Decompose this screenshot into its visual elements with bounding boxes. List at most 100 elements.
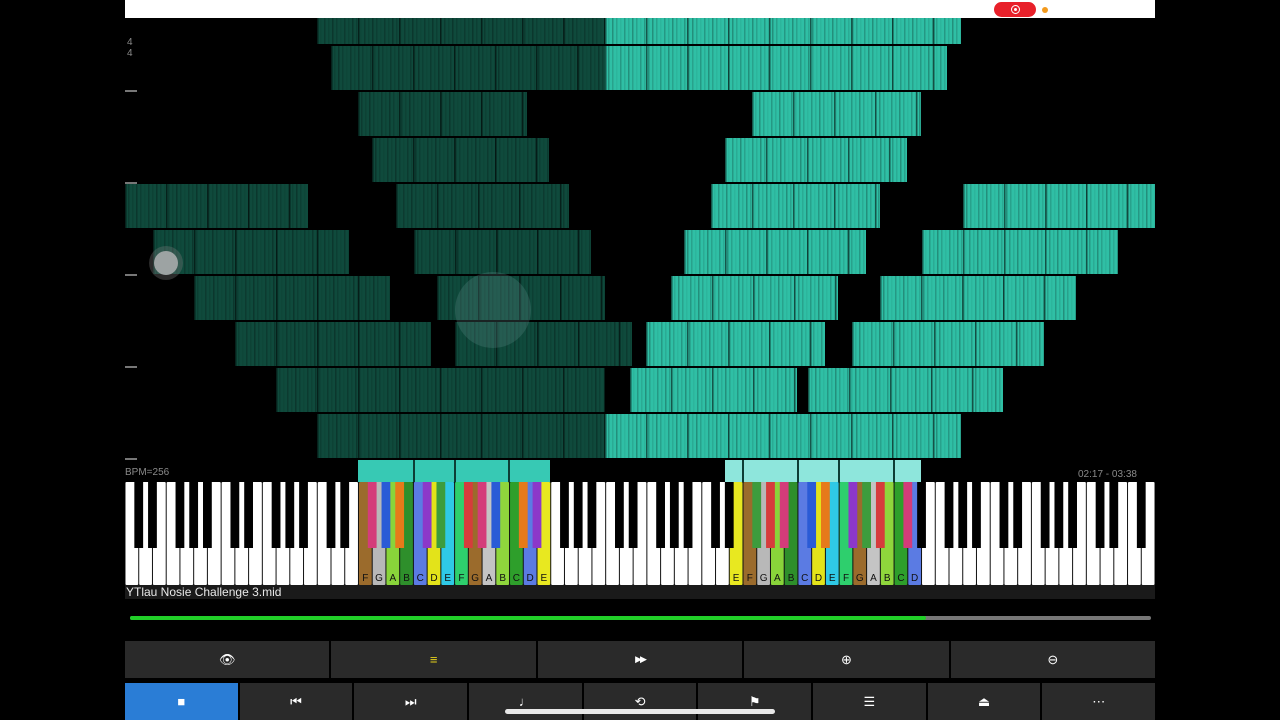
- black-key[interactable]: [381, 482, 391, 548]
- measure-tick: [125, 366, 137, 368]
- black-key[interactable]: [175, 482, 185, 548]
- key-label: F: [362, 573, 368, 584]
- black-key[interactable]: [395, 482, 405, 548]
- black-key[interactable]: [340, 482, 350, 548]
- note-block: [358, 92, 527, 136]
- key-label: D: [430, 573, 437, 584]
- black-key[interactable]: [560, 482, 569, 548]
- black-key[interactable]: [436, 482, 446, 548]
- black-key[interactable]: [367, 482, 377, 548]
- stop-button[interactable]: ■: [125, 683, 238, 720]
- note-block: [235, 322, 432, 366]
- note-block: [276, 368, 606, 412]
- black-key[interactable]: [972, 482, 981, 548]
- black-key[interactable]: [821, 482, 830, 548]
- zoom-in-button[interactable]: ⊕: [744, 641, 949, 678]
- black-key[interactable]: [1054, 482, 1064, 548]
- black-key[interactable]: [779, 482, 789, 548]
- key-label: B: [884, 573, 891, 584]
- black-key[interactable]: [1068, 482, 1077, 548]
- black-key[interactable]: [299, 482, 308, 548]
- home-indicator[interactable]: [505, 709, 775, 714]
- black-key[interactable]: [628, 482, 638, 548]
- black-key[interactable]: [244, 482, 253, 548]
- black-key[interactable]: [532, 482, 542, 548]
- black-key[interactable]: [1013, 482, 1023, 548]
- note-block: [372, 138, 549, 182]
- black-key[interactable]: [944, 482, 954, 548]
- black-key[interactable]: [903, 482, 913, 548]
- active-keys-right: [725, 460, 921, 482]
- piano-keyboard[interactable]: FGABCDEFGABCDEEFGABCDEFGABCD: [125, 482, 1155, 585]
- key-label: A: [870, 573, 877, 584]
- black-key[interactable]: [766, 482, 775, 548]
- toolbar-bottom: ■ ⏮ ⏭ ♩ ⟲ ⚑ ☰ ⏏ ⋯: [125, 683, 1156, 720]
- metronome-icon: ♩: [518, 694, 532, 709]
- black-key[interactable]: [326, 482, 336, 548]
- more-button[interactable]: ⋯: [1042, 683, 1156, 720]
- key-label: D: [815, 573, 822, 584]
- next-button[interactable]: ⏭: [354, 683, 468, 720]
- black-key[interactable]: [724, 482, 734, 548]
- black-key[interactable]: [518, 482, 528, 548]
- piano-roll[interactable]: 4 4: [125, 18, 1155, 460]
- black-key[interactable]: [463, 482, 473, 548]
- black-key[interactable]: [875, 482, 885, 548]
- status-bar: [125, 0, 1155, 18]
- note-block: [153, 230, 350, 274]
- black-key[interactable]: [477, 482, 487, 548]
- black-key[interactable]: [958, 482, 968, 548]
- note-block: [752, 92, 921, 136]
- black-key[interactable]: [999, 482, 1009, 548]
- loop-button[interactable]: ⟲: [583, 683, 697, 720]
- black-key[interactable]: [587, 482, 597, 548]
- black-key[interactable]: [711, 482, 720, 548]
- measure-tick: [125, 274, 137, 276]
- key-label: C: [897, 573, 904, 584]
- black-key[interactable]: [203, 482, 212, 548]
- black-key[interactable]: [1040, 482, 1050, 548]
- flag-button[interactable]: ⚑: [698, 683, 812, 720]
- black-key[interactable]: [1109, 482, 1119, 548]
- metronome-button[interactable]: ♩: [469, 683, 582, 720]
- black-key[interactable]: [752, 482, 762, 548]
- note-block: [414, 230, 591, 274]
- key-label: A: [774, 573, 781, 584]
- black-key[interactable]: [230, 482, 240, 548]
- black-key[interactable]: [807, 482, 817, 548]
- black-key[interactable]: [271, 482, 281, 548]
- black-key[interactable]: [683, 482, 693, 548]
- black-key[interactable]: [573, 482, 583, 548]
- black-key[interactable]: [615, 482, 624, 548]
- tracks-icon: ≡: [429, 652, 438, 667]
- previous-button[interactable]: ⏮: [239, 683, 353, 720]
- black-key[interactable]: [285, 482, 295, 548]
- key-label: B: [499, 573, 506, 584]
- note-waterfall: [125, 18, 1155, 460]
- more-icon: ⋯: [1092, 693, 1106, 709]
- eject-button[interactable]: ⏏: [927, 683, 1041, 720]
- note-block: [725, 138, 907, 182]
- tracks-button[interactable]: ≡: [331, 641, 536, 678]
- black-key[interactable]: [669, 482, 679, 548]
- note-block: [605, 414, 962, 458]
- black-key[interactable]: [862, 482, 871, 548]
- note-block: [646, 322, 825, 366]
- view-button[interactable]: 👁: [125, 641, 330, 678]
- black-key[interactable]: [189, 482, 199, 548]
- black-key[interactable]: [917, 482, 926, 548]
- black-key[interactable]: [656, 482, 665, 548]
- mixer-button[interactable]: ☰: [813, 683, 926, 720]
- black-key[interactable]: [148, 482, 157, 548]
- black-key[interactable]: [1136, 482, 1146, 548]
- black-key[interactable]: [134, 482, 144, 548]
- black-key[interactable]: [422, 482, 432, 548]
- assistive-touch-button[interactable]: [149, 246, 183, 280]
- black-key[interactable]: [848, 482, 858, 548]
- fast-forward-button[interactable]: ▶▶: [537, 641, 743, 678]
- zoom-out-button[interactable]: ⊖: [950, 641, 1156, 678]
- progress-bar[interactable]: [130, 616, 1151, 620]
- black-key[interactable]: [491, 482, 501, 548]
- black-key[interactable]: [1095, 482, 1105, 548]
- record-icon[interactable]: [994, 2, 1036, 17]
